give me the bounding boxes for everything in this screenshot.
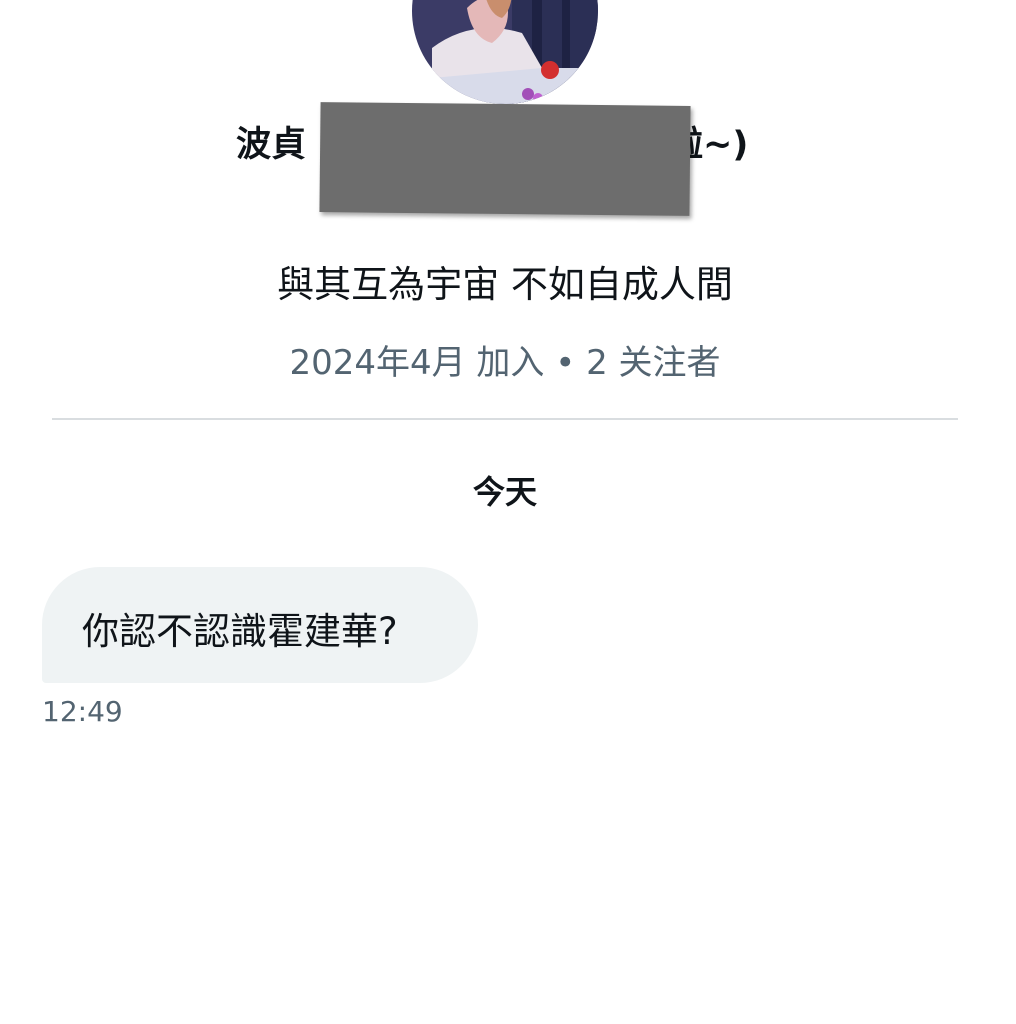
divider	[52, 418, 958, 420]
profile-bio: 與其互為宇宙 不如自成人間	[277, 263, 733, 306]
message-text: 你認不認識霍建華?	[82, 610, 398, 653]
message-timestamp: 12:49	[42, 695, 123, 728]
display-name-start: 波貞	[236, 125, 307, 165]
joined-date: 2024年4月 加入	[289, 343, 545, 383]
redaction-overlay	[319, 102, 691, 216]
meta-separator: •	[555, 343, 576, 383]
followers-count[interactable]: 2 关注者	[586, 343, 720, 383]
avatar-image	[412, 0, 598, 104]
date-separator: 今天	[472, 473, 537, 511]
profile-avatar[interactable]	[412, 0, 598, 104]
profile-meta: 2024年4月 加入 • 2 关注者	[0, 335, 1010, 384]
